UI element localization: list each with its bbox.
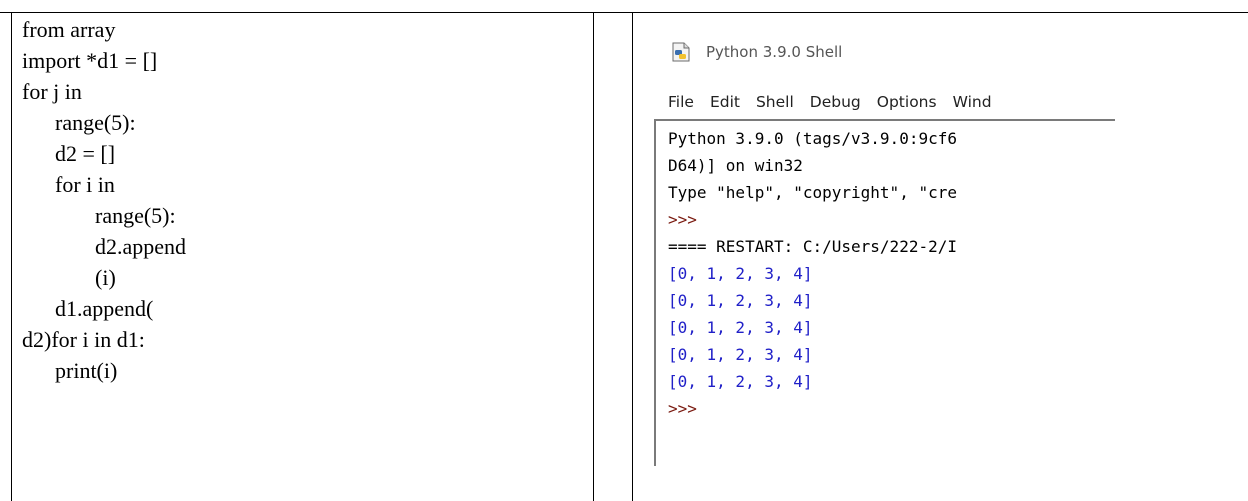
table-top-border bbox=[0, 12, 1248, 13]
code-line: import *d1 = [] bbox=[22, 48, 158, 73]
code-line: from array bbox=[22, 17, 116, 42]
shell-output: Python 3.9.0 (tags/v3.9.0:9cf6 D64)] on w… bbox=[668, 125, 957, 422]
shell-text-area[interactable]: Python 3.9.0 (tags/v3.9.0:9cf6 D64)] on w… bbox=[654, 119, 1115, 466]
output-line: [0, 1, 2, 3, 4] bbox=[668, 372, 813, 391]
shell-titlebar[interactable]: Python 3.9.0 Shell bbox=[654, 20, 1115, 85]
output-line: [0, 1, 2, 3, 4] bbox=[668, 291, 813, 310]
banner-line: D64)] on win32 bbox=[668, 156, 803, 175]
table-middle-border bbox=[593, 12, 594, 501]
restart-line: ==== RESTART: C:/Users/222-2/I bbox=[668, 237, 957, 256]
code-line: for i in bbox=[55, 172, 115, 197]
banner-line: Type "help", "copyright", "cre bbox=[668, 183, 957, 202]
idle-shell-window: Python 3.9.0 Shell File Edit Shell Debug Opt… bbox=[654, 20, 1115, 466]
code-line: d1.append( bbox=[55, 296, 154, 321]
menu-edit[interactable]: Edit bbox=[702, 85, 748, 119]
code-line: for j in bbox=[22, 79, 82, 104]
output-line: [0, 1, 2, 3, 4] bbox=[668, 264, 813, 283]
code-listing: from array import *d1 = [] for j in rang… bbox=[22, 14, 582, 386]
menu-debug[interactable]: Debug bbox=[802, 85, 869, 119]
shell-prompt: >>> bbox=[668, 399, 697, 418]
code-line: print(i) bbox=[55, 358, 118, 383]
banner-line: Python 3.9.0 (tags/v3.9.0:9cf6 bbox=[668, 129, 957, 148]
shell-menubar: File Edit Shell Debug Options Wind bbox=[654, 85, 1115, 119]
code-line: range(5): bbox=[55, 110, 136, 135]
menu-file[interactable]: File bbox=[654, 85, 702, 119]
menu-window[interactable]: Wind bbox=[945, 85, 1000, 119]
code-line: d2.append bbox=[95, 234, 187, 259]
output-line: [0, 1, 2, 3, 4] bbox=[668, 318, 813, 337]
menu-options[interactable]: Options bbox=[869, 85, 945, 119]
menu-shell[interactable]: Shell bbox=[748, 85, 802, 119]
shell-title: Python 3.9.0 Shell bbox=[706, 43, 843, 61]
code-line: range(5): bbox=[95, 203, 176, 228]
code-line: d2 = [] bbox=[55, 141, 116, 166]
table-right-border bbox=[632, 12, 633, 501]
table-left-border bbox=[11, 12, 12, 501]
code-line: (i) bbox=[95, 265, 116, 290]
shell-prompt: >>> bbox=[668, 210, 697, 229]
python-idle-icon bbox=[672, 42, 690, 62]
output-line: [0, 1, 2, 3, 4] bbox=[668, 345, 813, 364]
code-line: d2)for i in d1: bbox=[22, 327, 145, 352]
